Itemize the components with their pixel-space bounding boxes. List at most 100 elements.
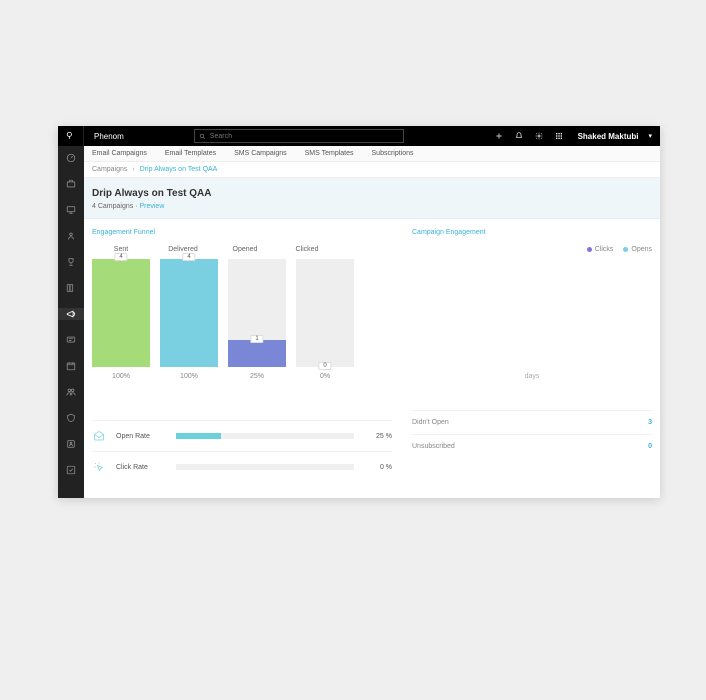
click-icon bbox=[93, 461, 105, 473]
monitor-icon bbox=[66, 205, 76, 215]
app-window: Phenom Shaked Maktubi ▾ bbox=[58, 126, 660, 498]
funnel-column: Engagement Funnel Sent Delivered Opened … bbox=[92, 229, 392, 482]
funnel-bar-delivered: 4 bbox=[160, 259, 218, 367]
tabs: Email Campaigns Email Templates SMS Camp… bbox=[84, 146, 660, 162]
top-right: Shaked Maktubi ▾ bbox=[494, 131, 660, 141]
tab-sms-campaigns[interactable]: SMS Campaigns bbox=[234, 150, 287, 157]
tab-email-templates[interactable]: Email Templates bbox=[165, 150, 216, 157]
funnel-pct-delivered: 100% bbox=[160, 373, 218, 380]
sidebar-shield[interactable] bbox=[65, 412, 77, 424]
funnel-pcts: 100% 100% 25% 0% bbox=[92, 373, 392, 380]
shield-icon bbox=[66, 413, 76, 423]
funnel-badge-delivered: 4 bbox=[182, 253, 195, 261]
click-rate-bar bbox=[176, 464, 354, 470]
stat-didnt-open: Didn't Open 3 bbox=[412, 410, 652, 434]
sidebar-integrations[interactable] bbox=[65, 438, 77, 450]
breadcrumb-parent[interactable]: Campaigns bbox=[92, 166, 127, 173]
sidebar-person[interactable] bbox=[65, 230, 77, 242]
legend-clicks-dot bbox=[587, 247, 592, 252]
briefcase-icon bbox=[66, 179, 76, 189]
funnel-bars: 4 4 1 0 bbox=[92, 259, 392, 367]
funnel-labels: Sent Delivered Opened Clicked bbox=[92, 246, 392, 253]
legend-clicks-label: Clicks bbox=[595, 246, 614, 253]
plus-icon bbox=[495, 132, 503, 140]
sidebar-columns[interactable] bbox=[65, 282, 77, 294]
legend: Clicks Opens bbox=[412, 246, 652, 253]
click-rate-value: 0 % bbox=[364, 464, 392, 471]
gauge-icon bbox=[66, 153, 76, 163]
user-name[interactable]: Shaked Maktubi bbox=[578, 132, 639, 141]
sidebar-jobs[interactable] bbox=[65, 178, 77, 190]
funnel-pct-clicked: 0% bbox=[296, 373, 354, 380]
page-title: Drip Always on Test QAA bbox=[92, 188, 652, 199]
sidebar-dashboard[interactable] bbox=[65, 152, 77, 164]
sidebar-calendar[interactable] bbox=[65, 360, 77, 372]
megaphone-icon bbox=[66, 309, 76, 319]
preview-link[interactable]: Preview bbox=[139, 203, 164, 210]
check-icon bbox=[66, 465, 76, 475]
calendar-icon bbox=[66, 361, 76, 371]
open-rate-value: 25 % bbox=[364, 433, 392, 440]
brand-name: Phenom bbox=[84, 132, 134, 141]
chat-icon bbox=[66, 335, 76, 345]
funnel-pct-sent: 100% bbox=[92, 373, 150, 380]
gear-icon bbox=[535, 132, 543, 140]
sidebar-people[interactable] bbox=[65, 386, 77, 398]
bell-icon bbox=[515, 132, 523, 140]
stat-didnt-open-label: Didn't Open bbox=[412, 419, 449, 426]
open-rate-icon bbox=[92, 429, 106, 443]
stat-unsubscribed-value: 0 bbox=[648, 443, 652, 450]
hero: Drip Always on Test QAA 4 Campaigns · Pr… bbox=[84, 178, 660, 219]
open-rate-label: Open Rate bbox=[116, 433, 166, 440]
sidebar-approve[interactable] bbox=[65, 464, 77, 476]
logo[interactable] bbox=[58, 126, 84, 146]
sidebar-campaigns[interactable] bbox=[58, 308, 84, 320]
bar-opened bbox=[228, 340, 286, 367]
funnel-badge-clicked: 0 bbox=[318, 362, 331, 370]
main: Email Campaigns Email Templates SMS Camp… bbox=[84, 146, 660, 498]
funnel-bar-opened: 1 bbox=[228, 259, 286, 367]
click-rate-row: Click Rate 0 % bbox=[92, 451, 392, 482]
funnel-pct-opened: 25% bbox=[228, 373, 286, 380]
stats: Didn't Open 3 Unsubscribed 0 bbox=[412, 410, 652, 458]
notifications-button[interactable] bbox=[514, 131, 524, 141]
breadcrumb: Campaigns › Drip Always on Test QAA bbox=[84, 162, 660, 178]
open-rate-fill bbox=[176, 433, 221, 439]
funnel-label-delivered: Delivered bbox=[154, 246, 212, 253]
sidebar-desktop[interactable] bbox=[65, 204, 77, 216]
tab-sms-templates[interactable]: SMS Templates bbox=[305, 150, 354, 157]
sidebar-chat[interactable] bbox=[65, 334, 77, 346]
apps-button[interactable] bbox=[554, 131, 564, 141]
legend-opens-dot bbox=[623, 247, 628, 252]
content: Engagement Funnel Sent Delivered Opened … bbox=[84, 219, 660, 498]
search-input[interactable] bbox=[210, 133, 399, 140]
stat-unsubscribed-label: Unsubscribed bbox=[412, 443, 455, 450]
funnel-title: Engagement Funnel bbox=[92, 229, 392, 236]
add-button[interactable] bbox=[494, 131, 504, 141]
topbar: Phenom Shaked Maktubi ▾ bbox=[58, 126, 660, 146]
tab-subscriptions[interactable]: Subscriptions bbox=[372, 150, 414, 157]
chevron-down-icon[interactable]: ▾ bbox=[648, 132, 652, 140]
funnel-badge-opened: 1 bbox=[250, 335, 263, 343]
hero-subtitle: 4 Campaigns · Preview bbox=[92, 203, 652, 210]
rates: Open Rate 25 % Click Rate bbox=[92, 420, 392, 482]
search-icon bbox=[199, 133, 206, 140]
body: Email Campaigns Email Templates SMS Camp… bbox=[58, 146, 660, 498]
funnel-bar-clicked: 0 bbox=[296, 259, 354, 367]
legend-opens-label: Opens bbox=[631, 246, 652, 253]
sidebar-trophy[interactable] bbox=[65, 256, 77, 268]
funnel-label-clicked: Clicked bbox=[278, 246, 336, 253]
bar-sent bbox=[92, 259, 150, 367]
search-box[interactable] bbox=[194, 129, 404, 143]
funnel-label-opened: Opened bbox=[216, 246, 274, 253]
settings-button[interactable] bbox=[534, 131, 544, 141]
envelope-open-icon bbox=[93, 430, 105, 442]
funnel-label-sent: Sent bbox=[92, 246, 150, 253]
breadcrumb-current: Drip Always on Test QAA bbox=[140, 166, 218, 173]
tab-email-campaigns[interactable]: Email Campaigns bbox=[92, 150, 147, 157]
legend-clicks: Clicks bbox=[587, 246, 614, 253]
columns-icon bbox=[66, 283, 76, 293]
user-icon bbox=[66, 231, 76, 241]
contact-icon bbox=[66, 439, 76, 449]
click-rate-icon bbox=[92, 460, 106, 474]
